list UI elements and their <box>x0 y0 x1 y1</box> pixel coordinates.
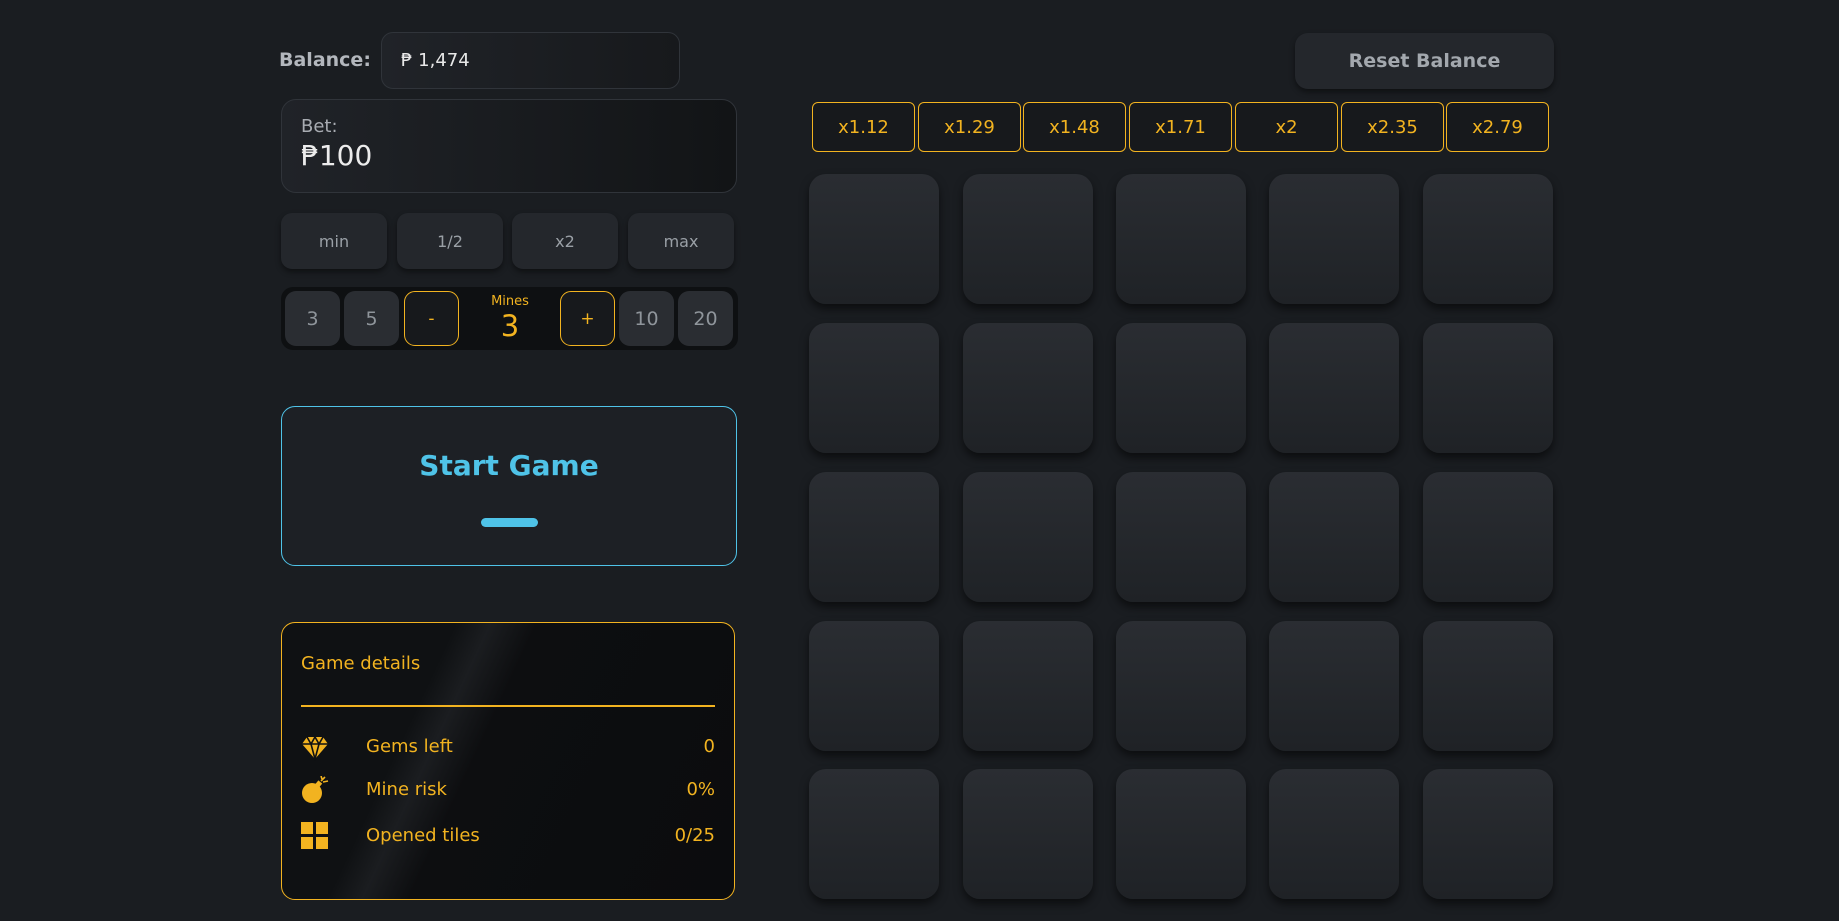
start-game-label: Start Game <box>419 449 599 482</box>
gem-icon <box>301 733 329 763</box>
gems-left-value: 0 <box>703 736 715 757</box>
mines-preset-20[interactable]: 20 <box>678 291 733 346</box>
board-tile[interactable] <box>809 769 939 899</box>
board-tile[interactable] <box>1423 621 1553 751</box>
board-tile[interactable] <box>1423 323 1553 453</box>
reset-balance-button[interactable]: Reset Balance <box>1295 33 1554 89</box>
board-tile[interactable] <box>963 174 1093 304</box>
opened-tiles-value: 0/25 <box>674 825 715 846</box>
multiplier-3: x1.48 <box>1023 102 1126 152</box>
mines-count: 3 <box>500 309 520 343</box>
balance-field: ₱ 1,474 <box>381 32 680 89</box>
board-tile[interactable] <box>1116 472 1246 602</box>
gems-left-label: Gems left <box>366 736 453 757</box>
bet-label: Bet: <box>301 116 338 137</box>
board-tile[interactable] <box>1269 769 1399 899</box>
multiplier-7: x2.79 <box>1446 102 1549 152</box>
bet-value: ₱100 <box>301 139 373 172</box>
board-tile[interactable] <box>809 621 939 751</box>
board-tile[interactable] <box>809 472 939 602</box>
bomb-icon <box>301 775 329 804</box>
mine-risk-value: 0% <box>686 779 715 800</box>
balance-label: Balance: <box>279 49 371 71</box>
board-tile[interactable] <box>1116 323 1246 453</box>
board-tile[interactable] <box>1423 769 1553 899</box>
board-tile[interactable] <box>1423 174 1553 304</box>
mines-caption: Mines <box>491 294 529 309</box>
gems-left-row: Gems left 0 <box>301 733 715 763</box>
half-bet-button[interactable]: 1/2 <box>397 213 503 269</box>
opened-tiles-label: Opened tiles <box>366 825 480 846</box>
board-tile[interactable] <box>1269 472 1399 602</box>
board-tile[interactable] <box>1116 769 1246 899</box>
mine-risk-row: Mine risk 0% <box>301 775 715 806</box>
board-tile[interactable] <box>1423 472 1553 602</box>
multiplier-2: x1.29 <box>918 102 1021 152</box>
multiplier-6: x2.35 <box>1341 102 1444 152</box>
board-tile[interactable] <box>809 323 939 453</box>
start-game-bar <box>481 518 538 527</box>
mines-preset-3[interactable]: 3 <box>285 291 340 346</box>
board-tile[interactable] <box>1116 621 1246 751</box>
multiplier-5: x2 <box>1235 102 1338 152</box>
mines-preset-5[interactable]: 5 <box>344 291 399 346</box>
start-game-button[interactable]: Start Game <box>281 406 737 566</box>
mines-preset-10[interactable]: 10 <box>619 291 674 346</box>
board-tile[interactable] <box>1269 174 1399 304</box>
board-tile[interactable] <box>1116 174 1246 304</box>
opened-tiles-row: Opened tiles 0/25 <box>301 822 715 852</box>
board-tile[interactable] <box>963 472 1093 602</box>
grid-icon <box>301 822 329 850</box>
max-bet-button[interactable]: max <box>628 213 734 269</box>
multiplier-1: x1.12 <box>812 102 915 152</box>
multiplier-4: x1.71 <box>1129 102 1232 152</box>
mines-increment-button[interactable]: + <box>560 291 615 346</box>
double-bet-button[interactable]: x2 <box>512 213 618 269</box>
min-bet-button[interactable]: min <box>281 213 387 269</box>
divider <box>301 705 715 707</box>
game-details-title: Game details <box>301 653 421 674</box>
board-tile[interactable] <box>1269 621 1399 751</box>
mines-decrement-button[interactable]: - <box>404 291 459 346</box>
board-tile[interactable] <box>809 174 939 304</box>
board-tile[interactable] <box>963 769 1093 899</box>
board-tile[interactable] <box>963 323 1093 453</box>
game-details-panel: Game details Gems left 0 Mine risk 0% Op… <box>281 622 735 900</box>
bet-input[interactable]: Bet: ₱100 <box>281 99 737 193</box>
board-tile[interactable] <box>963 621 1093 751</box>
mine-risk-label: Mine risk <box>366 779 447 800</box>
board-tile[interactable] <box>1269 323 1399 453</box>
